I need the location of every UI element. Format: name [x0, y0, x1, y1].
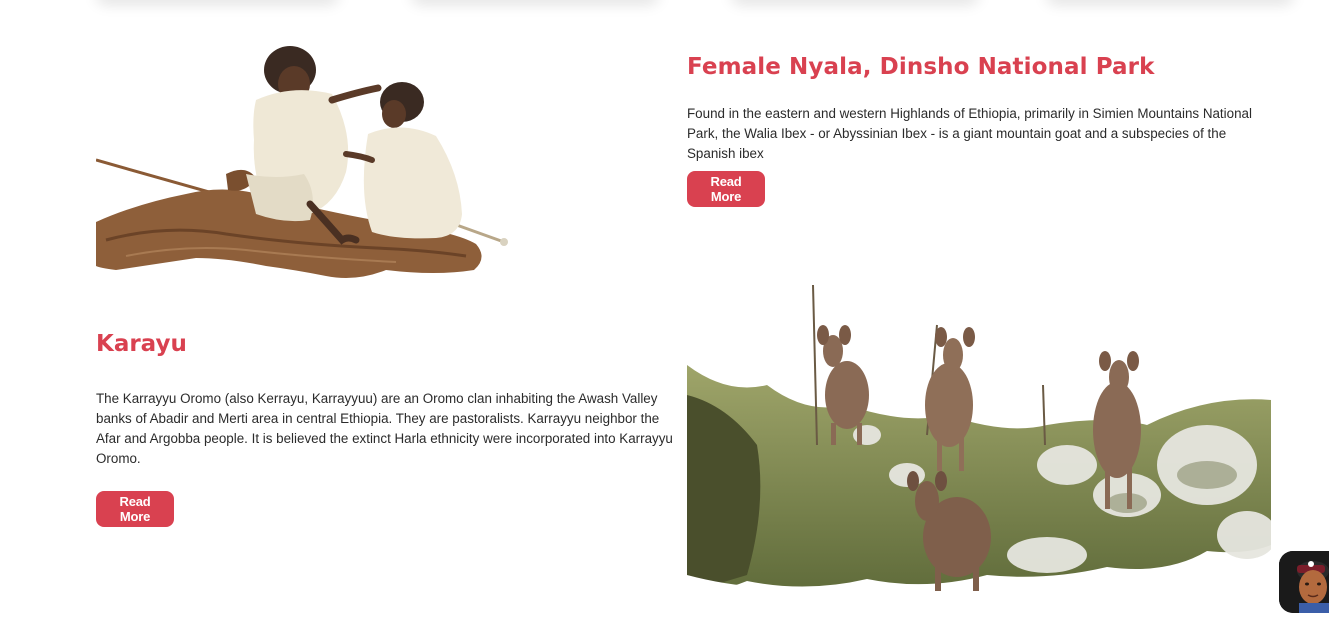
avatar-face-icon — [1279, 551, 1329, 613]
nyala-photo — [687, 284, 1271, 600]
nyala-read-more-button[interactable]: Read More — [687, 171, 765, 207]
karayu-description: The Karrayyu Oromo (also Kerrayu, Karray… — [96, 391, 673, 466]
karayu-read-more-button[interactable]: Read More — [96, 491, 174, 527]
page: Female Nyala, Dinsho National Park Found… — [0, 0, 1329, 623]
karayu-photo — [96, 46, 508, 278]
nyala-title: Female Nyala, Dinsho National Park — [687, 54, 1155, 80]
karayu-title: Karayu — [96, 331, 187, 357]
avatar-chat-icon[interactable] — [1279, 551, 1329, 613]
nyala-description: Found in the eastern and western Highlan… — [687, 106, 1252, 161]
